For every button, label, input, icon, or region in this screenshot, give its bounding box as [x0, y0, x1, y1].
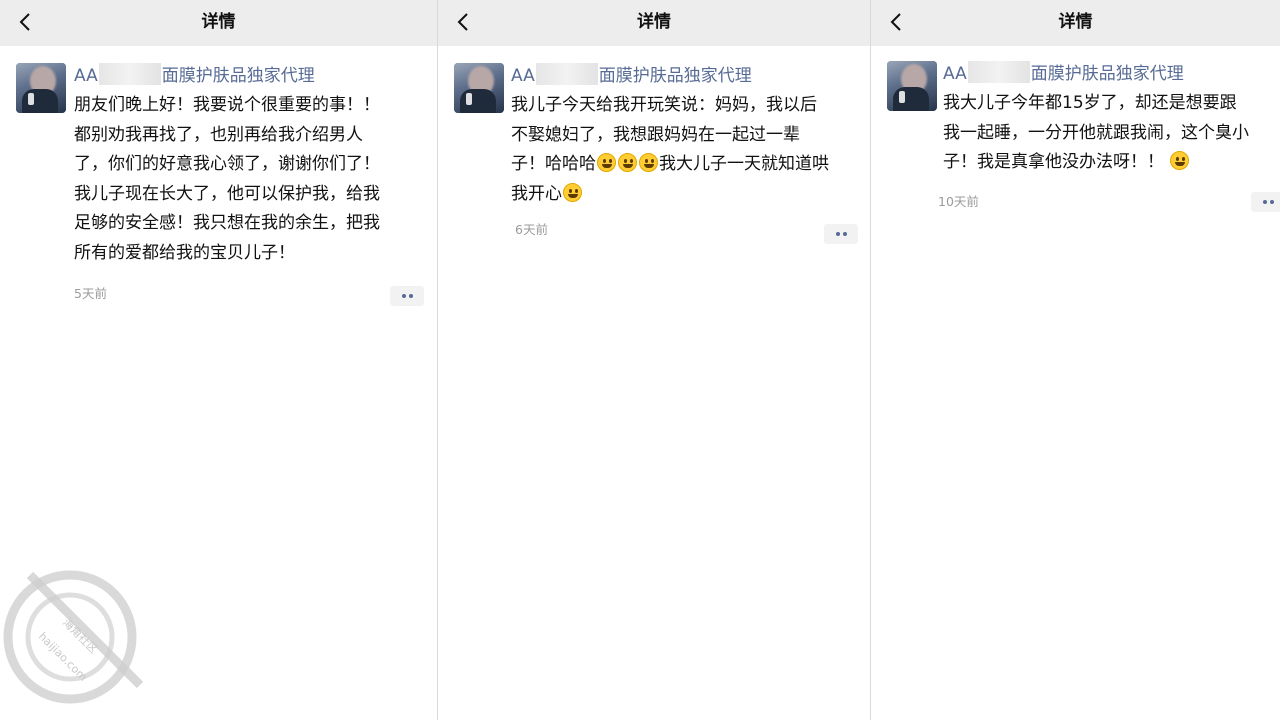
smile-emoji-icon	[618, 153, 637, 172]
watermark-text-cn: 海角社区	[60, 615, 101, 656]
grin-emoji-icon	[563, 182, 582, 202]
watermark-text-url: haijiao.com	[36, 630, 90, 684]
watermark-logo: 海角社区 haijiao.com	[3, 570, 144, 704]
post-text: 子！哈哈哈	[511, 154, 596, 174]
post-line: 足够的安全感！我只想在我的余生，把我	[74, 213, 380, 233]
author-name-prefix: AA	[74, 66, 98, 86]
author-name[interactable]: AA 面膜护肤品独家代理	[74, 63, 315, 88]
post-line: 不娶媳妇了，我想跟妈妈在一起过一辈	[511, 124, 800, 145]
smile-emoji-icon	[639, 153, 658, 172]
redacted-name-block	[98, 63, 161, 85]
post-line: 都别劝我再找了，也别再给我介绍男人	[74, 124, 363, 145]
page-title: 详情	[1058, 12, 1093, 32]
smile-emoji-icon	[597, 153, 616, 172]
post-line: 我儿子现在长大了，他可以保护我，给我	[74, 183, 380, 204]
top-bar: 详情	[871, 0, 1280, 46]
moment-detail-panel-3: 详情 AA 面膜护肤品独家代理 我大儿子今年都15岁了，却还是想要跟 我一起睡，一…	[871, 0, 1280, 720]
post-content: 我儿子今天给我开玩笑说：妈妈，我以后 不娶媳妇了，我想跟妈妈在一起过一辈 子！哈…	[511, 91, 829, 209]
author-name-suffix: 面膜护肤品独家代理	[598, 66, 752, 86]
post-line: 我开心	[511, 180, 829, 210]
post-content: 我大儿子今年都15岁了，却还是想要跟 我一起睡，一分开他就跟我闹，这个臭小 子！…	[943, 89, 1249, 178]
avatar[interactable]	[454, 63, 504, 113]
post-text: 我开心	[511, 183, 562, 204]
avatar[interactable]	[16, 63, 66, 113]
page-title: 详情	[201, 12, 236, 32]
top-bar: 详情	[438, 0, 870, 46]
post-time: 10天前	[938, 194, 979, 209]
page-title: 详情	[637, 12, 671, 32]
post-text: 子！我是真拿他没办法呀！！	[943, 152, 1164, 172]
redacted-name-block	[967, 61, 1030, 83]
post-line: 子！哈哈哈 我大儿子一天就知道哄	[511, 150, 829, 180]
author-name-prefix: AA	[511, 66, 535, 86]
laugh-cry-emoji-icon	[1170, 151, 1190, 170]
post-line: 所有的爱都给我的宝贝儿子！	[74, 242, 295, 263]
author-name[interactable]: AA 面膜护肤品独家代理	[511, 63, 752, 88]
author-name-suffix: 面膜护肤品独家代理	[161, 66, 315, 86]
post-time: 6天前	[515, 222, 548, 237]
author-name-suffix: 面膜护肤品独家代理	[1030, 64, 1184, 84]
post-line: 我大儿子今年都15岁了，却还是想要跟	[943, 93, 1237, 113]
author-name-prefix: AA	[943, 64, 967, 84]
post-line: 我儿子今天给我开玩笑说：妈妈，我以后	[511, 95, 817, 115]
redacted-name-block	[535, 63, 598, 85]
post-content: 朋友们晚上好！我要说个很重要的事！！ 都别劝我再找了，也别再给我介绍男人 了，你…	[74, 91, 380, 268]
more-dots-icon[interactable]	[390, 286, 424, 306]
moment-detail-panel-1: 详情 AA 面膜护肤品独家代理 朋友们晚上好！我要说个很重要的事！！ 都别劝我再找…	[0, 0, 437, 720]
moment-detail-panel-2: 详情 AA 面膜护肤品独家代理 我儿子今天给我开玩笑说：妈妈，我以后 不娶媳妇了，…	[438, 0, 870, 720]
more-dots-icon[interactable]	[1251, 192, 1280, 212]
avatar[interactable]	[887, 61, 937, 111]
more-dots-icon[interactable]	[824, 224, 858, 244]
author-name[interactable]: AA 面膜护肤品独家代理	[943, 61, 1184, 86]
post-line: 朋友们晚上好！我要说个很重要的事！！	[74, 95, 380, 115]
post-line: 了，你们的好意我心领了，谢谢你们了！	[74, 154, 380, 174]
post-text: 我大儿子一天就知道哄	[659, 154, 829, 174]
post-line: 子！我是真拿他没办法呀！！	[943, 148, 1249, 178]
post-time: 5天前	[74, 286, 107, 301]
post-line: 我一起睡，一分开他就跟我闹，这个臭小	[943, 122, 1249, 143]
top-bar: 详情	[0, 0, 437, 46]
